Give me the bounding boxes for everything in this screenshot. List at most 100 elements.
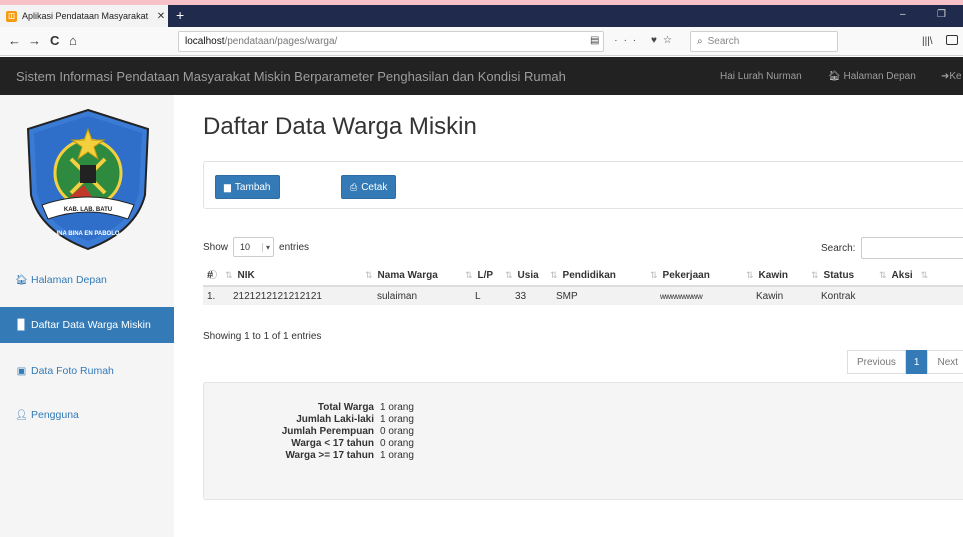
col-header-lp[interactable]: ⇅ L/P — [461, 266, 501, 287]
add-button-label: Tambah — [234, 181, 271, 193]
pocket-icon[interactable]: ♥ — [651, 35, 663, 46]
sidebar-item-halaman-depan[interactable]: 🏠︎ Halaman Depan — [0, 262, 174, 298]
tab-close-icon[interactable]: ✕ — [154, 11, 168, 22]
page-length-select[interactable]: 10 ▾ — [233, 237, 275, 257]
reload-button[interactable]: C — [50, 33, 59, 48]
browser-tab[interactable]: ◫ Aplikasi Pendataan Masyarakat ✕ — [0, 5, 168, 27]
cell-nik: 2121212121212121 — [221, 286, 361, 305]
page-title: Daftar Data Warga Miskin — [203, 113, 477, 140]
main-content: Daftar Data Warga Miskin ▆ Tambah ⎙ Cetak … — [174, 95, 963, 537]
sort-icon: ⇅ — [225, 270, 233, 280]
add-button[interactable]: ▆ Tambah — [215, 175, 280, 199]
col-header-kawin[interactable]: ⇅ Kawin — [742, 266, 807, 287]
app-navbar: Sistem Informasi Pendataan Masyarakat Mi… — [0, 57, 963, 95]
entries-label: entries — [279, 241, 310, 253]
file-icon: ▆ — [224, 181, 231, 192]
page-menu-icon[interactable]: ··· — [614, 35, 642, 46]
bookmark-star-icon[interactable]: ☆ — [663, 35, 678, 46]
summary-value: 0 orang — [380, 425, 414, 437]
app-title[interactable]: Sistem Informasi Pendataan Masyarakat Mi… — [16, 69, 566, 84]
summary-panel: Total Warga 1 orang Jumlah Laki-laki 1 ora… — [203, 382, 963, 500]
cell-kawin: Kawin — [742, 286, 807, 305]
sort-icon: ⇅ — [811, 270, 819, 280]
logo-ribbon-text: KAB. LAB. BATU — [64, 207, 112, 213]
nav-home-label: Halaman Depan — [843, 71, 916, 82]
logo-motto-text: INA BINA EN PABOLO — [56, 231, 119, 237]
col-header-aksi[interactable]: ⇅ Aksi ⇅ — [875, 266, 963, 287]
back-button[interactable]: ← — [8, 33, 21, 48]
favicon-icon: ◫ — [6, 10, 17, 22]
col-header-nama[interactable]: ⇅ Nama Warga — [361, 266, 461, 287]
browser-nav-bar: ← → C ⌂ ⓘ localhost/pendataan/pages/warg… — [0, 27, 963, 280]
print-button-label: Cetak — [361, 181, 388, 193]
browser-tab-bar: ◫ Aplikasi Pendataan Masyarakat ✕ + – ❐ — [0, 5, 963, 27]
summary-list: Total Warga 1 orang Jumlah Laki-laki 1 ora… — [232, 401, 414, 461]
window-maximize-button[interactable]: ❐ — [937, 9, 946, 20]
sidebar-item-pengguna[interactable]: 👤︎ Pengguna — [0, 397, 174, 433]
table-info: Showing 1 to 1 of 1 entries — [203, 331, 322, 342]
sidebar-item-label: Halaman Depan — [31, 274, 107, 286]
url-host: localhost — [185, 36, 225, 47]
home-button[interactable]: ⌂ — [69, 33, 77, 48]
document-icon: ▉ — [17, 319, 26, 331]
print-button[interactable]: ⎙ Cetak — [341, 175, 397, 199]
table-row: 1. 2121212121212121 sulaiman L 33 SMP ww… — [203, 286, 963, 305]
col-header-pekerjaan[interactable]: ⇅ Pekerjaan — [646, 266, 742, 287]
sort-icon: ⇅ — [365, 270, 373, 280]
col-header-nik[interactable]: ⇅ NIK — [221, 266, 361, 287]
url-bar[interactable]: ⓘ localhost/pendataan/pages/warga/ — [178, 31, 604, 280]
sort-icon: ⇅ — [505, 270, 513, 280]
col-header-pendidikan[interactable]: ⇅ Pendidikan — [546, 266, 646, 287]
forward-button[interactable]: → — [28, 33, 41, 48]
col-header-no[interactable]: # — [203, 266, 221, 287]
action-panel: ▆ Tambah ⎙ Cetak — [203, 161, 963, 209]
page-length-control: Show 10 ▾ entries — [203, 237, 309, 257]
home-icon: 🏠︎ — [15, 274, 28, 286]
summary-label: Warga < 17 tahun — [291, 437, 374, 449]
new-tab-button[interactable]: + — [176, 7, 184, 23]
col-header-status[interactable]: ⇅ Status — [807, 266, 875, 287]
page-actions[interactable]: ▤ ··· ♥☆ — [590, 35, 678, 46]
sidebar-item-label: Pengguna — [31, 409, 79, 421]
summary-row: Total Warga 1 orang — [232, 401, 414, 413]
nav-logout-link[interactable]: ➜Ke — [941, 71, 962, 82]
nav-logout-label: Ke — [949, 71, 962, 82]
col-header-usia[interactable]: ⇅ Usia — [501, 266, 546, 287]
sort-icon: ⇅ — [550, 270, 558, 280]
sort-icon: ⇅ — [879, 270, 887, 280]
cell-aksi: ▾ — [875, 286, 963, 305]
window-minimize-button[interactable]: – — [900, 9, 906, 20]
sort-icon: ⇅ — [746, 270, 754, 280]
browser-search-bar[interactable]: ⌕ Search — [690, 31, 838, 52]
sidebar-item-label: Daftar Data Warga Miskin — [31, 319, 151, 331]
home-icon: 🏠︎ — [828, 71, 841, 82]
summary-label: Jumlah Laki-laki — [296, 413, 374, 425]
nav-home-link[interactable]: 🏠︎ Halaman Depan — [828, 71, 916, 82]
user-icon: 👤︎ — [15, 409, 28, 421]
sort-icon: ⇅ — [650, 270, 658, 280]
pagination-page-1[interactable]: 1 — [905, 350, 928, 374]
summary-label: Total Warga — [317, 401, 374, 413]
chevron-down-icon: ▾ — [262, 242, 270, 252]
pagination-previous[interactable]: Previous — [847, 350, 906, 374]
summary-row: Jumlah Laki-laki 1 orang — [232, 413, 414, 425]
table-search-input[interactable] — [861, 237, 963, 259]
library-icon[interactable]: |||\ — [922, 36, 933, 47]
cell-lp: L — [461, 286, 501, 305]
cell-no: 1. — [203, 286, 221, 305]
pagination-next[interactable]: Next — [927, 350, 963, 374]
sidebar-toggle-icon[interactable] — [946, 35, 958, 45]
summary-value: 1 orang — [380, 401, 414, 413]
warga-table: # ⇅ NIK ⇅ Nama Warga ⇅ L/P ⇅ Usia ⇅ Pendidika… — [203, 266, 963, 305]
summary-row: Warga < 17 tahun 0 orang — [232, 437, 414, 449]
regency-logo: KAB. LAB. BATU INA BINA EN PABOLO — [26, 108, 150, 251]
print-icon: ⎙ — [350, 181, 358, 192]
summary-label: Jumlah Perempuan — [281, 425, 374, 437]
user-greeting[interactable]: Hai Lurah Nurman — [720, 71, 802, 82]
cell-usia: 33 — [501, 286, 546, 305]
sidebar-item-daftar-warga[interactable]: ▉ Daftar Data Warga Miskin — [0, 307, 174, 343]
reader-icon[interactable]: ▤ — [590, 35, 605, 46]
summary-label: Warga >= 17 tahun — [285, 449, 374, 461]
sidebar-item-foto-rumah[interactable]: ▣ Data Foto Rumah — [0, 353, 174, 389]
table-header-row: # ⇅ NIK ⇅ Nama Warga ⇅ L/P ⇅ Usia ⇅ Pendidika… — [203, 266, 963, 287]
